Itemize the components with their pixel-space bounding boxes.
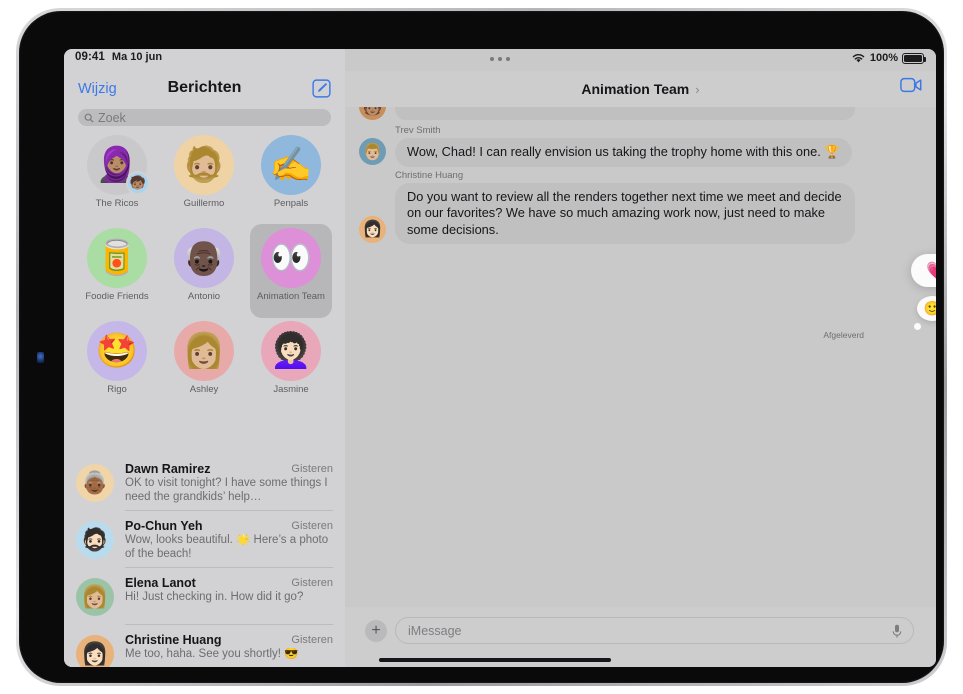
multitasking-dots-icon[interactable] (490, 57, 510, 61)
list-item[interactable]: 👩🏼 Elena Lanot Gisteren Hi! Just checking i… (64, 567, 345, 624)
search-placeholder: Zoek (98, 110, 126, 125)
sidebar-header: Wijzig Berichten (64, 75, 345, 109)
imessage-placeholder: iMessage (408, 623, 462, 638)
messages-sidebar: Wijzig Berichten Zoek 🧕🏽 🧒🏽 The Ricos 🧔🏼 Gui… (64, 49, 345, 667)
list-item[interactable]: 👩🏻 Christine Huang Gisteren Me too, haha. S… (64, 624, 345, 667)
tapback-reaction-bar[interactable]: 💗👍👎HAHA‼️❓🙂 (911, 254, 936, 287)
tapback-tail-dot (914, 323, 921, 330)
list-item[interactable]: 🧔🏻 Po-Chun Yeh Gisteren Wow, looks beautifu… (64, 510, 345, 567)
facetime-video-icon[interactable] (900, 77, 922, 93)
conversation-time: Gisteren (291, 463, 333, 475)
incoming-bubble[interactable]: Wow, Chad! I can really envision us taki… (395, 138, 853, 167)
avatar: 👵🏾 (76, 464, 114, 502)
pinned-conversation-label: Ashley (189, 384, 219, 395)
avatar: 🧔🏻 (76, 521, 114, 559)
avatar: 👀 (261, 228, 321, 288)
pinned-conversation-penpals[interactable]: ✍️ Penpals (250, 131, 332, 225)
conversation-time: Gisteren (291, 634, 333, 646)
search-icon (84, 113, 94, 123)
status-bar-right: 100% (851, 52, 927, 64)
avatar: 👩🏻 (76, 635, 114, 667)
pinned-conversation-label: Animation Team (257, 291, 325, 302)
battery-full-icon (902, 52, 927, 64)
incoming-bubble[interactable]: Do you want to review all the renders to… (395, 182, 855, 244)
status-time: 09:41 (75, 51, 105, 63)
battery-percent: 100% (869, 52, 898, 64)
avatar: 👴🏿 (174, 228, 234, 288)
pinned-conversation-label: Rigo (107, 384, 127, 395)
avatar: 🤩 (87, 321, 147, 381)
pinned-conversation-ashley[interactable]: 👩🏼 Ashley (163, 317, 245, 411)
conversation-name: Christine Huang (125, 633, 222, 647)
conversation-time: Gisteren (291, 577, 333, 589)
screenshot-root: 09:41 Ma 10 jun 100% Wijzig Berichten Zo… (0, 0, 963, 694)
message-sender: Trev Smith (395, 125, 441, 136)
pinned-conversation-label: Guillermo (183, 198, 225, 209)
sidebar-title: Berichten (167, 79, 242, 96)
plus-icon[interactable]: + (365, 620, 387, 642)
messages-scroll-area[interactable]: 🧑🏽 Trev Smith 👨🏼 Wow, Chad! I can really e… (345, 107, 936, 607)
tapback-heart[interactable]: 💗 (921, 262, 936, 279)
pinned-conversation-rigo[interactable]: 🤩 Rigo (76, 317, 158, 411)
pinned-conversation-guillermo[interactable]: 🧔🏼 Guillermo (163, 131, 245, 225)
pinned-conversation-jasmine[interactable]: 👩🏻‍🦱 Jasmine (250, 317, 332, 411)
avatar: 🧑🏽 (359, 107, 386, 120)
message-thread: Animation Team › 🧑🏽 Trev Smith 👨🏼 Wow, Cha… (345, 49, 936, 667)
conversation-preview: OK to visit tonight? I have some things … (125, 477, 328, 503)
pinned-conversation-the-ricos[interactable]: 🧕🏽 🧒🏽 The Ricos (76, 131, 158, 225)
conversation-list: 👵🏾 Dawn Ramirez Gisteren OK to visit tonigh… (64, 453, 345, 667)
conversation-preview: Me too, haha. See you shortly! 😎 (125, 648, 299, 660)
avatar: 🥫 (87, 228, 147, 288)
message-bubble (395, 107, 855, 120)
status-bar-left: 09:41 Ma 10 jun (75, 51, 162, 63)
thread-header: Animation Team › (345, 71, 936, 107)
avatar: 👩🏻‍🦱 (261, 321, 321, 381)
avatar[interactable]: 👩🏻 (359, 215, 386, 243)
ipad-screen: 09:41 Ma 10 jun 100% Wijzig Berichten Zo… (64, 49, 936, 667)
conversation-preview: Wow, looks beautiful. 🌟 Here’s a photo o… (125, 534, 329, 560)
pinned-conversation-label: The Ricos (95, 198, 139, 209)
message-sender: Christine Huang (395, 169, 464, 181)
pinned-conversations-grid: 🧕🏽 🧒🏽 The Ricos 🧔🏼 Guillermo ✍️ Penpals 🥫 Foodie… (64, 131, 345, 451)
avatar-badge: 🧒🏽 (126, 171, 150, 195)
status-date: Ma 10 jun (111, 51, 163, 63)
thread-title[interactable]: Animation Team (581, 81, 689, 97)
pinned-conversation-label: Antonio (187, 291, 221, 302)
status-bar: 09:41 Ma 10 jun 100% (64, 49, 936, 71)
pinned-conversation-antonio[interactable]: 👴🏿 Antonio (163, 224, 245, 318)
conversation-name: Po-Chun Yeh (125, 519, 203, 533)
home-indicator[interactable] (379, 658, 611, 662)
pinned-conversation-label: Penpals (273, 198, 309, 209)
conversation-preview: Hi! Just checking in. How did it go? (125, 591, 304, 603)
pinned-conversation-foodie-friends[interactable]: 🥫 Foodie Friends (76, 224, 158, 318)
imessage-input[interactable]: iMessage (395, 617, 914, 644)
conversation-name: Dawn Ramirez (125, 462, 211, 476)
wifi-icon (852, 54, 865, 63)
avatar: 🧔🏼 (174, 135, 234, 195)
avatar: 👩🏼 (76, 578, 114, 616)
message-composer: + iMessage (345, 607, 936, 667)
camera-indicator-icon (37, 352, 44, 363)
message-row: Trev Smith 👨🏼 Wow, Chad! I can really envi… (345, 125, 936, 167)
conversation-name: Elena Lanot (125, 576, 196, 590)
pinned-conversation-animation-team[interactable]: 👀 Animation Team (250, 224, 332, 318)
pinned-conversation-label: Jasmine (273, 384, 309, 395)
delivery-status: Afgeleverd (823, 330, 864, 340)
compose-icon[interactable] (312, 79, 331, 98)
ipad-bezel: 09:41 Ma 10 jun 100% Wijzig Berichten Zo… (19, 11, 944, 683)
message-row: Christine Huang 👩🏻 Do you want to review a… (345, 169, 936, 244)
partial-message-row: 🧑🏽 (345, 107, 936, 125)
list-item[interactable]: 👵🏾 Dawn Ramirez Gisteren OK to visit tonigh… (64, 453, 345, 510)
pinned-conversation-label: Foodie Friends (85, 291, 149, 302)
chevron-right-icon[interactable]: › (695, 82, 699, 97)
search-input[interactable]: Zoek (78, 109, 331, 126)
avatar: ✍️ (261, 135, 321, 195)
conversation-time: Gisteren (291, 520, 333, 532)
avatar[interactable]: 👨🏼 (359, 138, 386, 165)
avatar: 👩🏼 (174, 321, 234, 381)
microphone-icon[interactable] (892, 624, 902, 639)
